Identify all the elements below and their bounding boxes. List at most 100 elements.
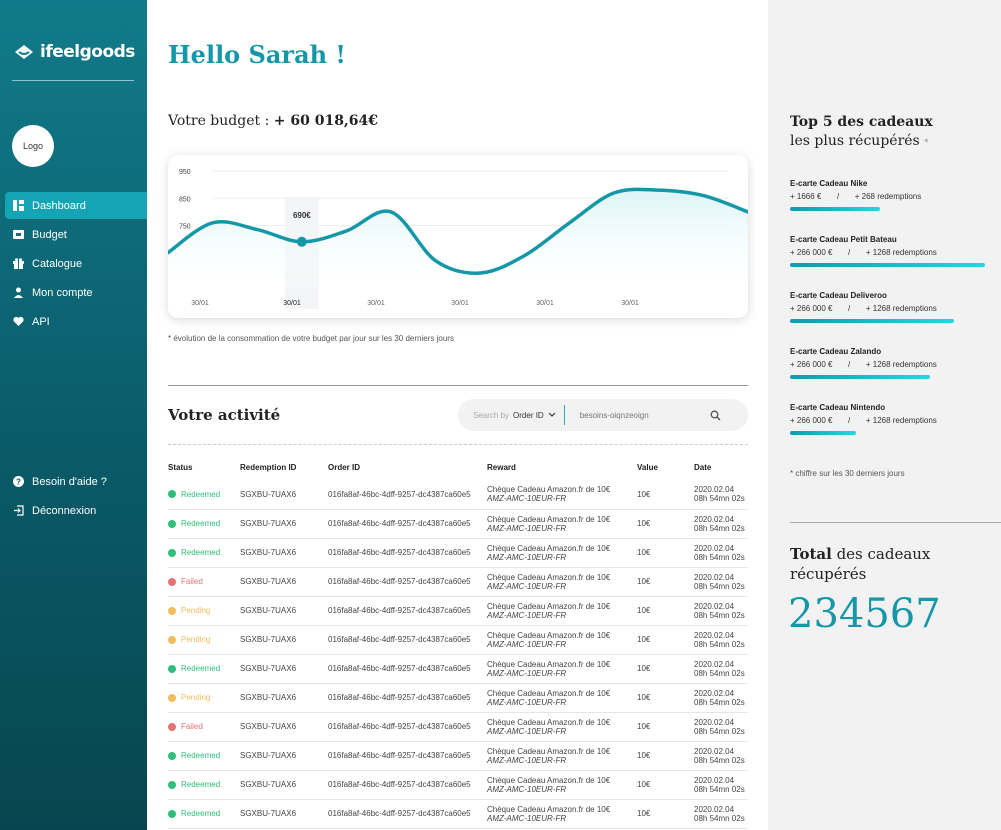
date-cell: 2020.02.04 08h 54mn 02s — [694, 509, 748, 539]
order-id-cell: 016fa8af-46bc-4dff-9257-dc4387ca60e5 — [328, 712, 487, 742]
budget-chart-card: 950 850 750 690€ 30/01 30/01 30/01 30/01 30/01 30… — [168, 155, 748, 318]
search-field-value: Order ID — [513, 410, 544, 420]
table-row[interactable]: Failed SGXBU-7UAX6 016fa8af-46bc-4dff-9257… — [168, 567, 748, 597]
date-cell: 2020.02.04 08h 54mn 02s — [694, 770, 748, 800]
top5-title: Top 5 des cadeaux les plus récupérés * — [790, 113, 933, 152]
redemption-id-cell: SGXBU-7UAX6 — [240, 596, 328, 626]
total-count: 234567 — [788, 591, 941, 637]
table-row[interactable]: Redeemed SGXBU-7UAX6 016fa8af-46bc-4dff-92… — [168, 538, 748, 568]
status-dot — [168, 490, 176, 499]
reward-cell: Chèque Cadeau Amazon.fr de 10€ AMZ-AMC-10… — [487, 683, 637, 713]
value-cell: 10€ — [637, 741, 694, 771]
help-label: Besoin d'aide ? — [32, 475, 107, 488]
table-row[interactable]: Pending SGXBU-7UAX6 016fa8af-46bc-4dff-925… — [168, 596, 748, 626]
table-row[interactable]: Pending SGXBU-7UAX6 016fa8af-46bc-4dff-925… — [168, 625, 748, 655]
table-row[interactable]: Redeemed SGXBU-7UAX6 016fa8af-46bc-4dff-92… — [168, 509, 748, 539]
x-tick-label: 30/01 — [283, 300, 301, 307]
table-row[interactable]: Redeemed SGXBU-7UAX6 016fa8af-46bc-4dff-92… — [168, 741, 748, 771]
company-logo-placeholder[interactable]: Logo — [12, 125, 54, 167]
status-dot — [168, 635, 176, 644]
column-header-redemption-id[interactable]: Redemption ID — [240, 455, 328, 480]
date-day: 2020.02.04 — [694, 746, 735, 756]
column-header-reward[interactable]: Reward — [487, 455, 637, 480]
status-cell: Redeemed — [168, 480, 240, 510]
chart-footnote: * évolution de la consommation de votre … — [168, 334, 454, 343]
sidebar-footer: ? Besoin d'aide ? Déconnexion — [5, 468, 107, 526]
reward-code: AMZ-AMC-10EUR-FR — [487, 697, 567, 707]
gift-redemptions: + 268 redemptions — [854, 192, 922, 201]
gift-stats: + 1666 € / + 268 redemptions — [790, 192, 985, 201]
status-dot — [168, 722, 176, 731]
logout-label: Déconnexion — [32, 504, 97, 517]
top5-footnote: * chiffre sur les 30 derniers jours — [790, 469, 905, 478]
date-cell: 2020.02.04 08h 54mn 02s — [694, 799, 748, 829]
status-dot — [168, 809, 176, 818]
status-dot — [168, 577, 176, 586]
order-id-cell: 016fa8af-46bc-4dff-9257-dc4387ca60e5 — [328, 770, 487, 800]
status-label: Redeemed — [181, 780, 221, 789]
highlight-point — [296, 236, 307, 247]
nav-item-budget[interactable]: Budget — [5, 221, 152, 248]
date-time: 08h 54mn 02s — [694, 552, 745, 562]
column-header-value[interactable]: Value — [637, 455, 694, 480]
status-label: Pending — [181, 635, 211, 644]
search-icon[interactable] — [710, 410, 721, 421]
gift-redemptions: + 1268 redemptions — [865, 304, 937, 313]
search-input[interactable] — [579, 410, 700, 420]
section-divider — [168, 385, 748, 386]
status-cell: Redeemed — [168, 538, 240, 568]
table-row[interactable]: Pending SGXBU-7UAX6 016fa8af-46bc-4dff-925… — [168, 683, 748, 713]
redemption-id-cell: SGXBU-7UAX6 — [240, 654, 328, 684]
status-label: Redeemed — [181, 751, 221, 760]
search-field-select[interactable]: Order ID — [513, 411, 556, 420]
column-header-status[interactable]: Status — [168, 455, 240, 480]
reward-code: AMZ-AMC-10EUR-FR — [487, 523, 567, 533]
status-cell: Failed — [168, 712, 240, 742]
reward-code: AMZ-AMC-10EUR-FR — [487, 755, 567, 765]
dashboard-icon — [12, 200, 24, 212]
top5-item[interactable]: E-carte Cadeau Zalando + 266 000 € / + 12… — [790, 347, 985, 379]
help-circle-icon: ? — [12, 476, 24, 488]
logout-link[interactable]: Déconnexion — [5, 497, 107, 524]
table-row[interactable]: Redeemed SGXBU-7UAX6 016fa8af-46bc-4dff-92… — [168, 654, 748, 684]
redemption-id-cell: SGXBU-7UAX6 — [240, 567, 328, 597]
status-dot — [168, 780, 176, 789]
gift-stats: + 266 000 € / + 1268 redemptions — [790, 304, 985, 313]
stats-divider — [790, 522, 1001, 523]
help-link[interactable]: ? Besoin d'aide ? — [5, 468, 107, 495]
table-row[interactable]: Redeemed SGXBU-7UAX6 016fa8af-46bc-4dff-92… — [168, 770, 748, 800]
top5-item[interactable]: E-carte Cadeau Nike + 1666 € / + 268 rede… — [790, 179, 985, 211]
reward-code: AMZ-AMC-10EUR-FR — [487, 639, 567, 649]
main-nav: Dashboard Budget Catalogue Mon compte AP… — [5, 192, 152, 337]
status-cell: Pending — [168, 683, 240, 713]
table-row[interactable]: Redeemed SGXBU-7UAX6 016fa8af-46bc-4dff-92… — [168, 799, 748, 829]
column-header-order-id[interactable]: Order ID — [328, 455, 487, 480]
nav-item-dashboard[interactable]: Dashboard — [5, 192, 152, 219]
order-id-cell: 016fa8af-46bc-4dff-9257-dc4387ca60e5 — [328, 567, 487, 597]
table-header-row: Status Redemption ID Order ID Reward Val… — [168, 455, 748, 480]
top5-item[interactable]: E-carte Cadeau Petit Bateau + 266 000 € /… — [790, 235, 985, 267]
activity-title: Votre activité — [168, 406, 281, 424]
status-label: Failed — [181, 722, 203, 731]
top5-item[interactable]: E-carte Cadeau Deliveroo + 266 000 € / + … — [790, 291, 985, 323]
table-row[interactable]: Failed SGXBU-7UAX6 016fa8af-46bc-4dff-9257… — [168, 712, 748, 742]
y-tick-label: 950 — [179, 169, 191, 176]
brand[interactable]: ifeelgoods — [12, 40, 135, 64]
nav-item-api[interactable]: API — [5, 308, 152, 335]
sidebar: ifeelgoods Logo Dashboard Budget Catalog… — [0, 0, 152, 830]
status-dot — [168, 751, 176, 760]
order-id-cell: 016fa8af-46bc-4dff-9257-dc4387ca60e5 — [328, 538, 487, 568]
gift-progress-bar — [790, 207, 880, 211]
status-cell: Redeemed — [168, 741, 240, 771]
gift-progress-track — [790, 431, 985, 435]
x-tick-label: 30/01 — [367, 300, 385, 307]
reward-name: Chèque Cadeau Amazon.fr de 10€ — [487, 572, 611, 582]
nav-item-mon-compte[interactable]: Mon compte — [5, 279, 152, 306]
budget-chart[interactable]: 950 850 750 690€ 30/01 30/01 30/01 30/01 30/01 30… — [168, 155, 748, 318]
gift-icon — [12, 258, 24, 270]
nav-item-catalogue[interactable]: Catalogue — [5, 250, 152, 277]
table-row[interactable]: Redeemed SGXBU-7UAX6 016fa8af-46bc-4dff-92… — [168, 480, 748, 510]
column-header-date[interactable]: Date — [694, 455, 748, 480]
top5-item[interactable]: E-carte Cadeau Nintendo + 266 000 € / + 1… — [790, 403, 985, 435]
reward-name: Chèque Cadeau Amazon.fr de 10€ — [487, 514, 611, 524]
